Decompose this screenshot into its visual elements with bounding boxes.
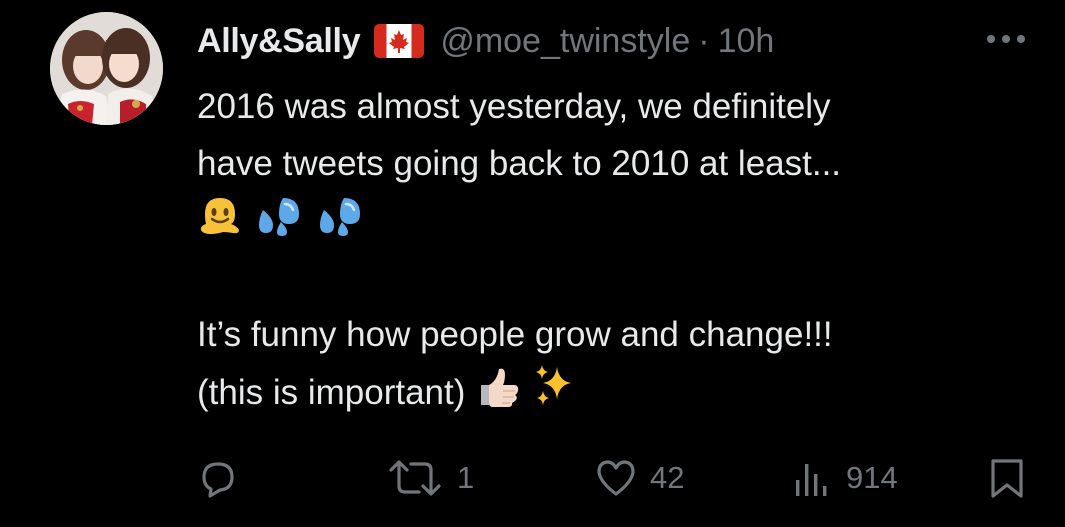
tweet[interactable]: Ally&Sally @moe_twinstyle · 10h 2016 was…	[0, 0, 1065, 527]
retweet-button[interactable]: 1	[385, 448, 474, 508]
like-button[interactable]: 42	[594, 448, 684, 508]
retweet-icon	[389, 460, 441, 496]
tweet-text-line: 2016 was almost yesterday, we definitely	[197, 87, 831, 126]
timestamp[interactable]: 10h	[718, 22, 775, 61]
views-button[interactable]: 914	[790, 448, 898, 508]
reply-icon	[202, 462, 234, 498]
tweet-text-line: have tweets going back to 2010 at least.…	[197, 144, 842, 183]
bookmark-button[interactable]	[985, 448, 1029, 508]
tweet-text-last-line: (this is important)	[197, 363, 1037, 420]
emoji-line	[197, 192, 1037, 249]
like-count: 42	[650, 460, 685, 495]
melting-face-emoji	[197, 192, 243, 255]
sweat-droplets-emoji	[314, 192, 366, 255]
canada-flag-icon	[374, 24, 425, 58]
display-name[interactable]: Ally&Sally	[197, 22, 361, 61]
tweet-text-line: It’s funny how people grow and change!!!	[197, 315, 833, 354]
retweet-count: 1	[457, 460, 475, 495]
tweet-text: 2016 was almost yesterday, we definitely…	[197, 78, 1037, 420]
tweet-actions: 1 42 914	[0, 448, 1065, 508]
sparkles-emoji	[531, 363, 577, 426]
heart-icon	[597, 460, 635, 496]
more-options-button[interactable]	[983, 26, 1029, 52]
thumbs-up-light-skin-emoji	[475, 363, 521, 426]
views-count: 914	[846, 460, 898, 495]
tweet-text-fragment: (this is important)	[197, 372, 466, 412]
avatar[interactable]	[50, 12, 163, 125]
sweat-droplets-emoji	[253, 192, 305, 255]
user-handle[interactable]: @moe_twinstyle	[440, 22, 690, 61]
tweet-header: Ally&Sally @moe_twinstyle · 10h	[197, 16, 774, 66]
separator-dot: ·	[698, 21, 710, 60]
more-dots-icon	[987, 35, 1025, 43]
bookmark-icon	[991, 459, 1023, 498]
views-chart-icon	[796, 464, 827, 496]
reply-button[interactable]	[196, 448, 240, 508]
